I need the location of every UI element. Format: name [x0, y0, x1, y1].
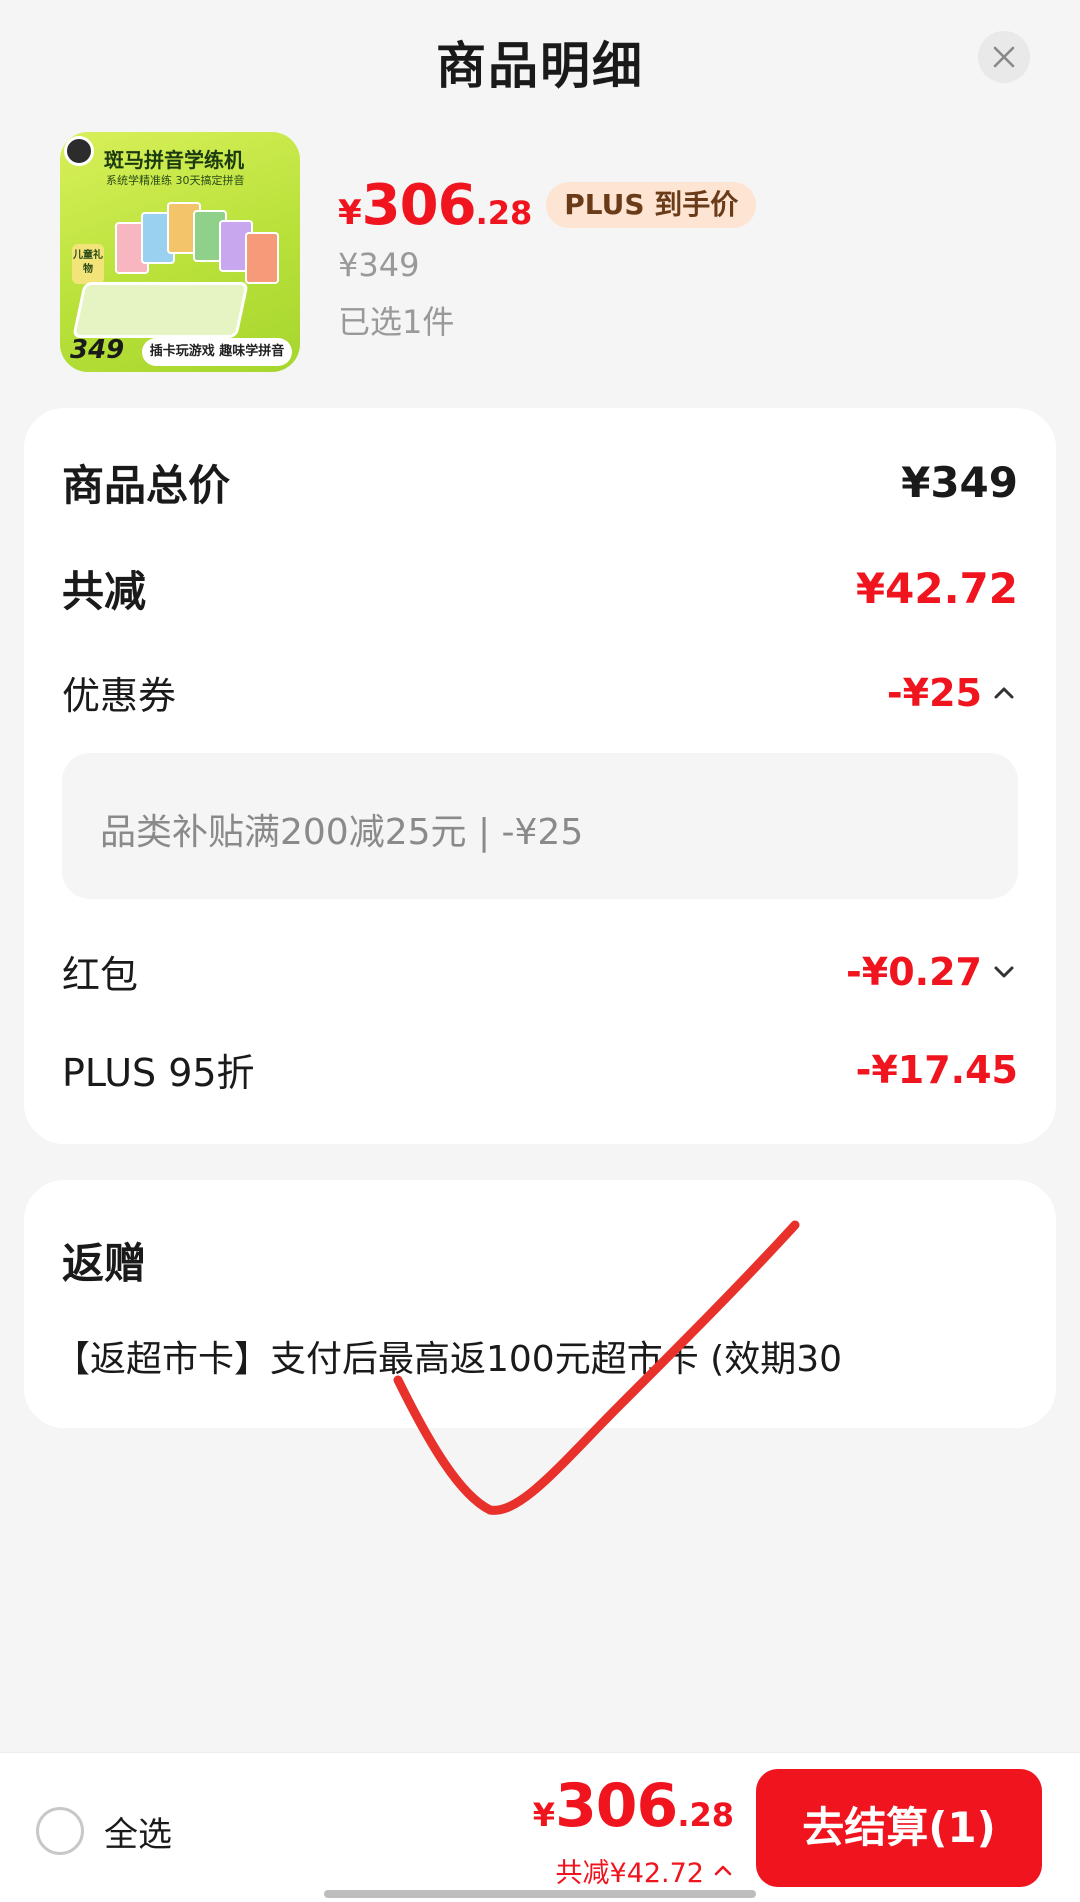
product-image[interactable]: 斑马拼音学练机 系统学精准练 30天搞定拼音 儿童礼物 349 插卡玩游戏 趣味… [60, 132, 300, 372]
price-breakdown-card: 商品总价 ¥349 共减 ¥42.72 优惠券 -¥25 品类补贴满200减25… [24, 408, 1056, 1144]
sheet-header: 商品明细 [0, 0, 1080, 115]
product-image-title: 斑马拼音学练机 [104, 148, 244, 172]
checkout-button[interactable]: 去结算(1) [756, 1769, 1042, 1887]
product-image-footer: 插卡玩游戏 趣味学拼音 [142, 338, 292, 366]
chevron-up-icon [714, 1865, 732, 1875]
total-discount-row: 共减 ¥42.72 [62, 558, 1018, 619]
plus-price: ¥ 306 .28 [338, 173, 532, 238]
plus-price-badge: PLUS 到手价 [546, 182, 757, 228]
chevron-up-icon[interactable] [990, 679, 1018, 707]
total-price-decimal: .28 [677, 1796, 734, 1834]
bottom-discount-text: 共减¥42.72 [555, 1858, 704, 1889]
sheet-title: 商品明细 [436, 37, 644, 95]
card-illustration [245, 232, 279, 284]
coupon-value: -¥25 [886, 670, 982, 715]
coupon-row[interactable]: 优惠券 -¥25 [62, 665, 1018, 720]
total-price-integer: 306 [555, 1771, 678, 1841]
total-price-value: ¥349 [901, 458, 1018, 507]
product-detail-sheet: 商品明细 斑马拼音学练机 系统学精准练 30天搞定拼音 儿童礼物 349 插卡玩 [0, 0, 1080, 1902]
plus-price-row: ¥ 306 .28 PLUS 到手价 [338, 170, 757, 240]
total-price-row: 商品总价 ¥349 [62, 452, 1018, 513]
device-illustration [72, 282, 249, 338]
select-all-radio[interactable] [36, 1807, 84, 1855]
red-packet-value-group: -¥0.27 [846, 950, 1018, 994]
red-packet-value: -¥0.27 [846, 949, 982, 994]
close-icon [993, 46, 1015, 68]
home-indicator[interactable] [324, 1890, 756, 1898]
total-price-label: 商品总价 [62, 461, 231, 510]
product-summary: 斑马拼音学练机 系统学精准练 30天搞定拼音 儿童礼物 349 插卡玩游戏 趣味… [60, 132, 1020, 372]
gift-title: 返赠 [62, 1239, 147, 1288]
currency-symbol: ¥ [338, 192, 362, 233]
total-discount-label: 共减 [62, 567, 147, 616]
original-price: ¥349 [338, 246, 420, 284]
coupon-value-group: -¥25 [887, 671, 1018, 715]
zebra-logo-icon [64, 136, 94, 166]
chevron-down-icon[interactable] [990, 958, 1018, 986]
gift-badge: 儿童礼物 [72, 244, 104, 284]
coupon-detail-text: 品类补贴满200减25元 | -¥25 [100, 812, 584, 853]
product-image-price: 349 [70, 335, 125, 365]
selected-count: 已选1件 [338, 303, 455, 341]
bottom-total-price: ¥ 306 .28 [533, 1771, 734, 1841]
bottom-discount-toggle[interactable]: 共减¥42.72 [556, 1851, 734, 1890]
close-button[interactable] [978, 31, 1030, 83]
red-packet-label: 红包 [62, 953, 139, 997]
price-integer: 306 [361, 172, 477, 238]
total-discount-value: ¥42.72 [855, 564, 1018, 613]
coupon-label: 优惠券 [62, 674, 177, 718]
select-all-label[interactable]: 全选 [104, 1807, 172, 1856]
currency-symbol: ¥ [532, 1796, 556, 1834]
plus-discount-value: -¥17.45 [855, 1047, 1018, 1092]
product-image-subtitle: 系统学精准练 30天搞定拼音 [106, 174, 245, 187]
handwritten-checkmark-icon [393, 1220, 800, 1515]
coupon-detail-box: 品类补贴满200减25元 | -¥25 [62, 753, 1018, 899]
plus-discount-label: PLUS 95折 [62, 1051, 255, 1095]
bottom-checkout-bar: 全选 ¥ 306 .28 共减¥42.72 去结算(1) [0, 1752, 1080, 1902]
price-decimal: .28 [475, 193, 533, 232]
plus-discount-row: PLUS 95折 -¥17.45 [62, 1042, 1018, 1097]
red-packet-row[interactable]: 红包 -¥0.27 [62, 944, 1018, 999]
